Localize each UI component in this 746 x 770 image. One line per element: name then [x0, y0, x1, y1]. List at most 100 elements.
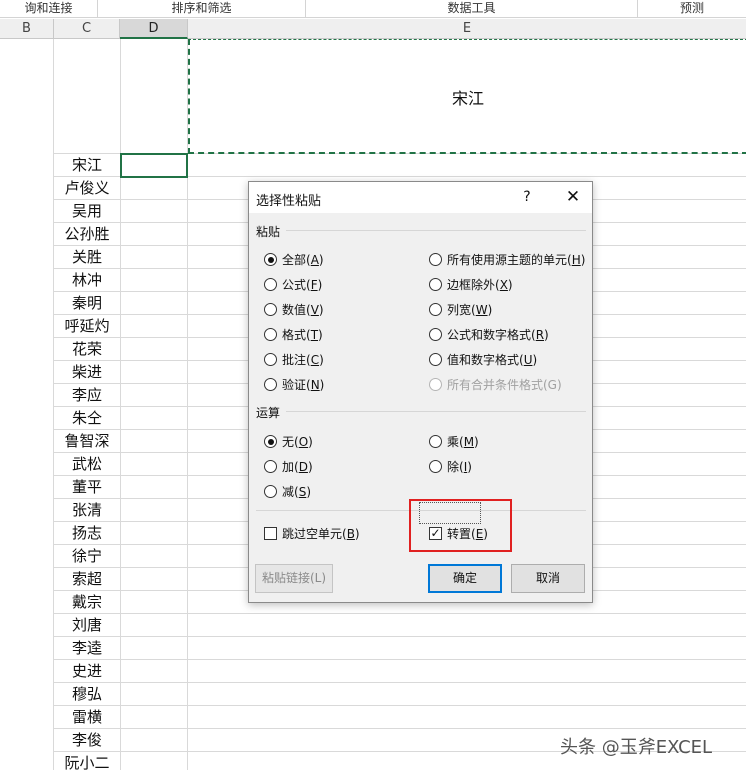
- operation-option-label: 乘(M): [447, 435, 479, 449]
- paste-link-button[interactable]: 粘贴链接(L): [255, 564, 333, 593]
- ribbon-group-query-connections: 询和连接: [0, 0, 98, 18]
- radio-button-icon[interactable]: [429, 278, 442, 291]
- gridline-horizontal: [54, 705, 746, 706]
- cell-c-name[interactable]: 呼延灼: [54, 315, 120, 338]
- ribbon-group-sort-filter: 排序和筛选: [98, 0, 306, 18]
- radio-button-icon[interactable]: [264, 460, 277, 473]
- operation-option-label: 无(O): [282, 435, 313, 449]
- cell-c-name[interactable]: 关胜: [54, 246, 120, 269]
- cell-c-name[interactable]: 朱仝: [54, 407, 120, 430]
- cell-c-name[interactable]: 公孙胜: [54, 223, 120, 246]
- paste-option-radio-3[interactable]: 公式和数字格式(R): [429, 326, 549, 343]
- cell-c-name[interactable]: 李逵: [54, 637, 120, 660]
- cell-c-name[interactable]: 武松: [54, 453, 120, 476]
- operation-option-radio-0[interactable]: 无(O): [264, 433, 313, 450]
- column-header-d[interactable]: D: [120, 19, 188, 39]
- merged-cell-e[interactable]: 宋江: [188, 39, 746, 154]
- cell-c-name[interactable]: 史进: [54, 660, 120, 683]
- column-header-b[interactable]: B: [0, 19, 54, 39]
- cell-c-name[interactable]: 扬志: [54, 522, 120, 545]
- cancel-button[interactable]: 取消: [511, 564, 585, 593]
- paste-option-label: 值和数字格式(U): [447, 353, 538, 367]
- cell-c-name[interactable]: 李应: [54, 384, 120, 407]
- radio-button-icon[interactable]: [429, 328, 442, 341]
- cell-c-name[interactable]: 戴宗: [54, 591, 120, 614]
- operation-option-label: 加(D): [282, 460, 313, 474]
- radio-button-icon[interactable]: [264, 328, 277, 341]
- radio-button-icon[interactable]: [264, 303, 277, 316]
- ok-button[interactable]: 确定: [428, 564, 502, 593]
- paste-option-radio-5: 所有合并条件格式(G): [429, 376, 562, 393]
- operation-option-radio-1[interactable]: 加(D): [264, 458, 313, 475]
- cell-c-name[interactable]: 柴进: [54, 361, 120, 384]
- operation-option-label: 减(S): [282, 485, 311, 499]
- cell-c-name[interactable]: 阮小二: [54, 752, 120, 770]
- paste-option-radio-5[interactable]: 验证(N): [264, 376, 324, 393]
- cell-c-name[interactable]: 张清: [54, 499, 120, 522]
- cell-c-name[interactable]: 董平: [54, 476, 120, 499]
- operation-section-divider: [286, 411, 586, 412]
- cell-c-name[interactable]: 雷横: [54, 706, 120, 729]
- cell-c-name[interactable]: 花荣: [54, 338, 120, 361]
- radio-button-icon[interactable]: [429, 353, 442, 366]
- paste-option-radio-2[interactable]: 列宽(W): [429, 301, 492, 318]
- gridline-horizontal: [54, 659, 746, 660]
- cell-c-name[interactable]: 吴用: [54, 200, 120, 223]
- cell-c-name[interactable]: 穆弘: [54, 683, 120, 706]
- paste-option-label: 公式(F): [282, 278, 323, 292]
- ribbon-group-data-tools: 数据工具: [306, 0, 638, 18]
- gridline-vertical: [120, 39, 121, 770]
- skip-blanks-box[interactable]: [264, 527, 277, 540]
- column-header-c[interactable]: C: [54, 19, 120, 39]
- column-header-e[interactable]: E: [188, 19, 746, 39]
- cell-c-name[interactable]: 鲁智深: [54, 430, 120, 453]
- paste-option-radio-1[interactable]: 边框除外(X): [429, 276, 513, 293]
- paste-option-radio-0[interactable]: 所有使用源主题的单元(H): [429, 251, 585, 268]
- paste-option-radio-0[interactable]: 全部(A): [264, 251, 324, 268]
- radio-button-icon[interactable]: [429, 435, 442, 448]
- paste-option-radio-4[interactable]: 值和数字格式(U): [429, 351, 537, 368]
- watermark: 头条 @玉斧EXCEL: [560, 737, 713, 758]
- paste-option-radio-4[interactable]: 批注(C): [264, 351, 324, 368]
- paste-option-label: 所有使用源主题的单元(H): [447, 253, 586, 267]
- radio-button-icon[interactable]: [264, 485, 277, 498]
- paste-option-label: 所有合并条件格式(G): [447, 378, 562, 392]
- radio-button-icon[interactable]: [264, 253, 277, 266]
- paste-option-radio-3[interactable]: 格式(T): [264, 326, 323, 343]
- cell-c-name[interactable]: 李俊: [54, 729, 120, 752]
- dialog-title: 选择性粘贴: [256, 194, 322, 209]
- radio-button-icon[interactable]: [264, 278, 277, 291]
- radio-button-icon[interactable]: [264, 378, 277, 391]
- active-cell-d[interactable]: [120, 153, 188, 178]
- cell-c-name[interactable]: 刘唐: [54, 614, 120, 637]
- ribbon-group-labels: 询和连接 排序和筛选 数据工具 预测: [0, 0, 746, 18]
- radio-button-icon[interactable]: [264, 435, 277, 448]
- close-icon[interactable]: ✕: [561, 185, 585, 209]
- paste-option-label: 验证(N): [282, 378, 325, 392]
- radio-button-icon[interactable]: [429, 460, 442, 473]
- paste-option-radio-2[interactable]: 数值(V): [264, 301, 324, 318]
- transpose-highlight-box: [409, 499, 512, 552]
- gridline-horizontal: [54, 613, 746, 614]
- paste-option-label: 数值(V): [282, 303, 324, 317]
- skip-blanks-checkbox[interactable]: 跳过空单元(B): [264, 525, 360, 542]
- radio-button-icon[interactable]: [429, 253, 442, 266]
- dialog-titlebar[interactable]: 选择性粘贴 ? ✕: [249, 182, 592, 213]
- cell-c-name[interactable]: 徐宁: [54, 545, 120, 568]
- help-icon[interactable]: ?: [519, 187, 535, 207]
- cell-c-name[interactable]: 卢俊义: [54, 177, 120, 200]
- paste-option-radio-1[interactable]: 公式(F): [264, 276, 322, 293]
- paste-option-label: 边框除外(X): [447, 278, 513, 292]
- paste-option-label: 批注(C): [282, 353, 324, 367]
- radio-button-icon[interactable]: [264, 353, 277, 366]
- cell-c-name[interactable]: 林冲: [54, 269, 120, 292]
- cell-c-name[interactable]: 秦明: [54, 292, 120, 315]
- cell-c-name[interactable]: 宋江: [54, 154, 120, 177]
- operation-option-radio-1[interactable]: 除(I): [429, 458, 472, 475]
- operation-option-radio-0[interactable]: 乘(M): [429, 433, 479, 450]
- operation-option-radio-2[interactable]: 减(S): [264, 483, 311, 500]
- paste-section-label: 粘贴: [256, 225, 281, 239]
- gridline-horizontal: [54, 636, 746, 637]
- radio-button-icon[interactable]: [429, 303, 442, 316]
- cell-c-name[interactable]: 索超: [54, 568, 120, 591]
